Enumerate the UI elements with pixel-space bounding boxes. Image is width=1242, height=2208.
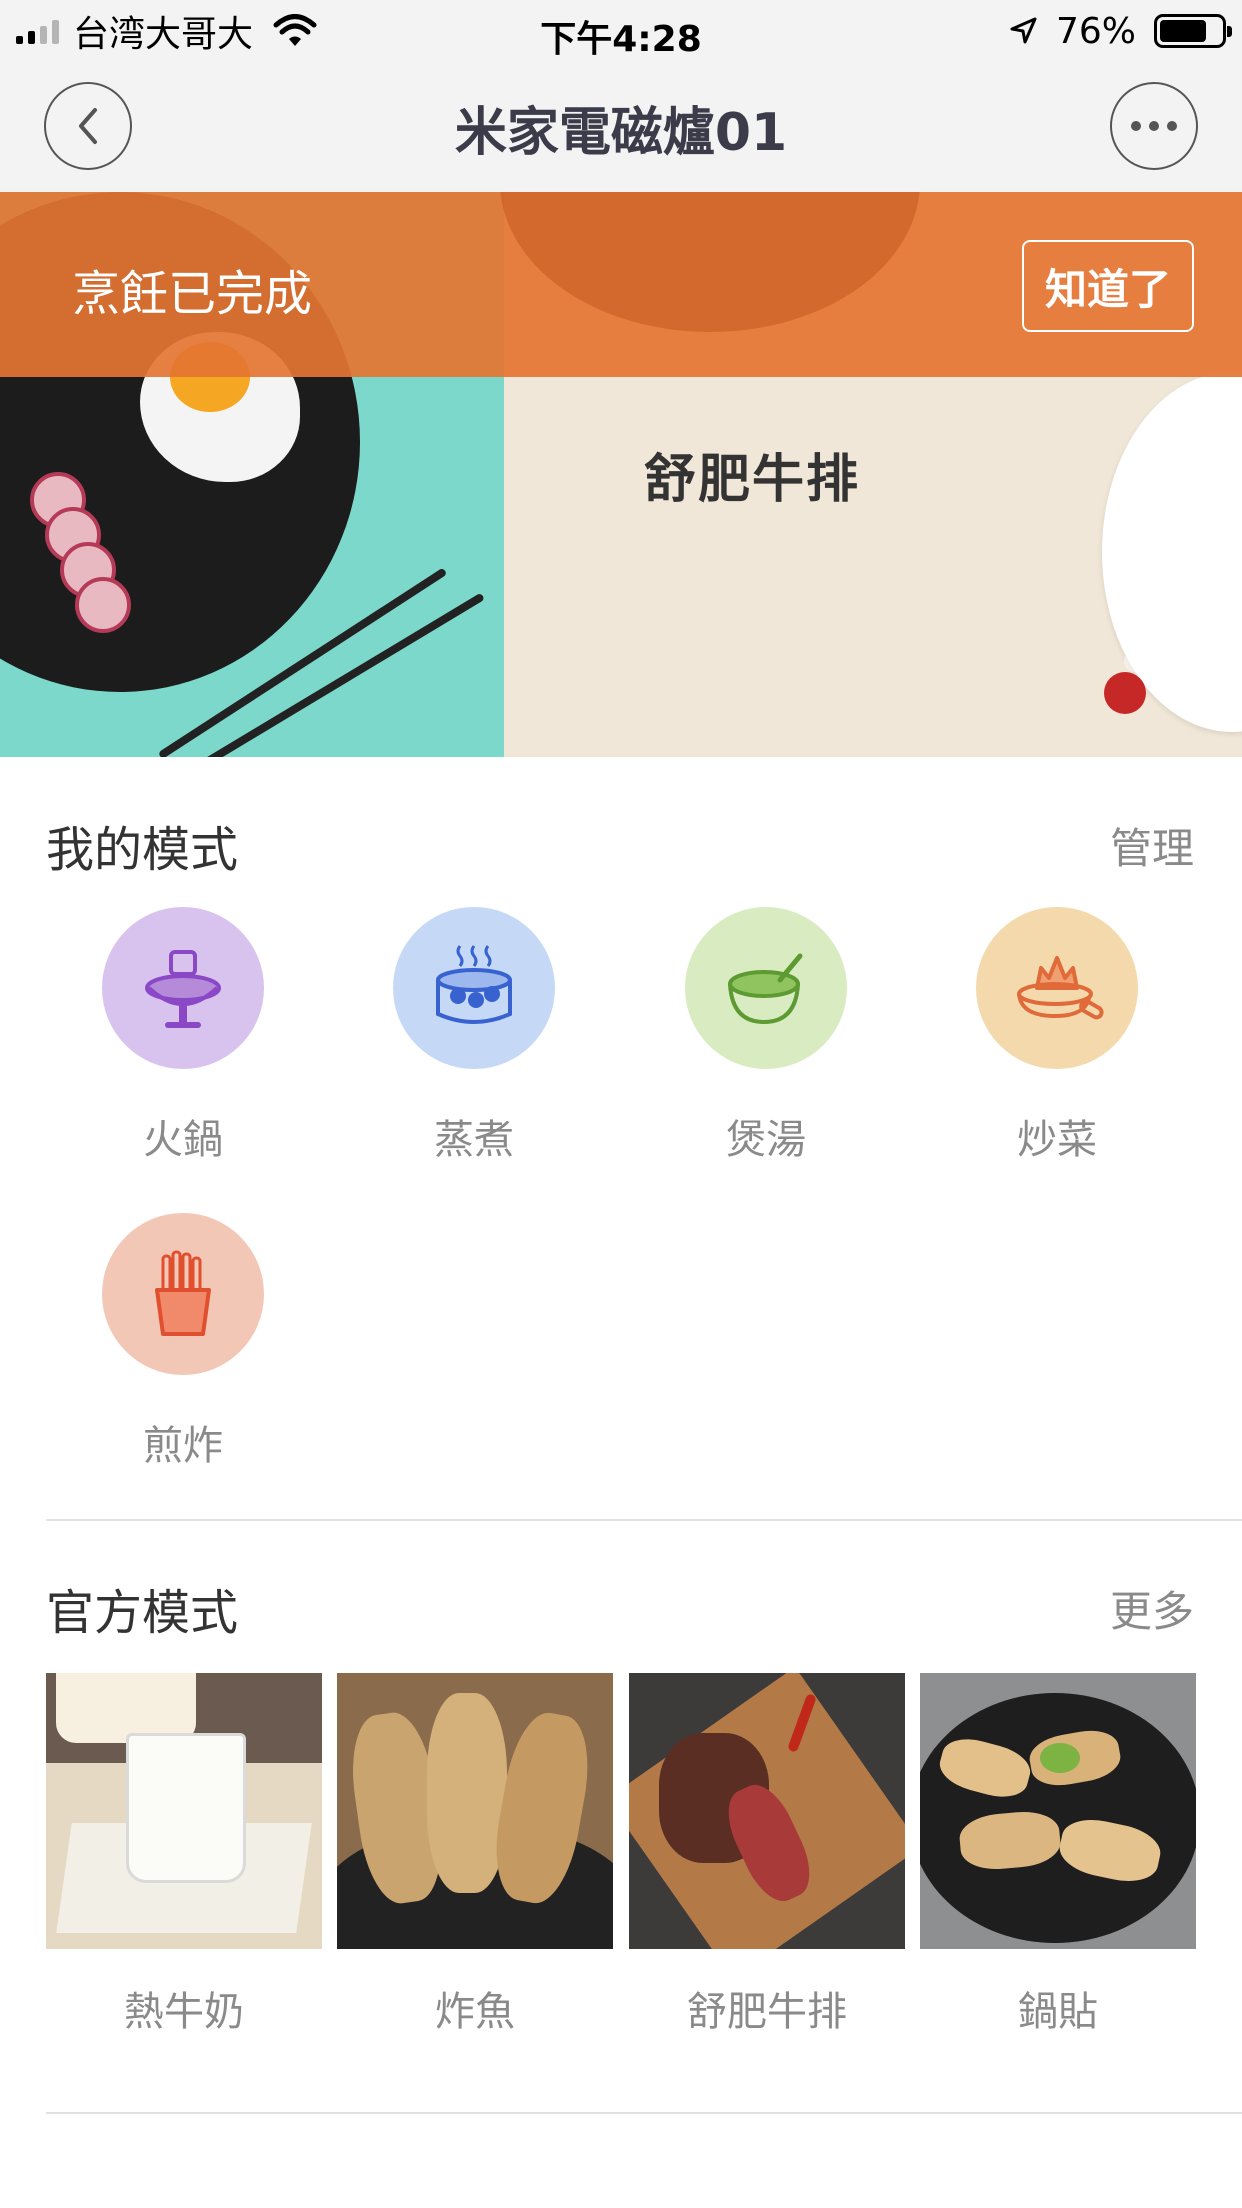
mode-steam[interactable]: 蒸煮	[374, 907, 574, 1165]
manage-link[interactable]: 管理	[1110, 815, 1194, 876]
carousel-dot[interactable]	[1124, 650, 1146, 672]
mode-label: 蒸煮	[434, 1117, 514, 1163]
carousel-dot-active[interactable]	[1164, 650, 1186, 672]
tomato-image	[1104, 672, 1146, 714]
cooking-complete-notice: 烹飪已完成 知道了	[0, 192, 1242, 377]
mode-soup[interactable]: 煲湯	[666, 907, 866, 1165]
mode-label: 煲湯	[726, 1117, 806, 1163]
section-divider	[46, 1519, 1242, 1521]
official-mode-card[interactable]: 舒肥牛排	[629, 1673, 905, 2037]
soup-bowl-icon	[685, 907, 847, 1069]
mode-label: 火鍋	[143, 1117, 223, 1163]
card-label: 熱牛奶	[124, 1989, 244, 2035]
status-bar: 台湾大哥大 下午4:28 76%	[0, 0, 1242, 62]
official-mode-card[interactable]: 鍋貼	[920, 1673, 1196, 2037]
potstickers-photo	[920, 1673, 1196, 1949]
card-label: 舒肥牛排	[687, 1989, 847, 2035]
acknowledge-button[interactable]: 知道了	[1022, 240, 1194, 332]
banner-slide-title: 舒肥牛排	[644, 450, 861, 510]
more-options-button[interactable]	[1110, 82, 1198, 170]
mode-label: 煎炸	[143, 1423, 223, 1469]
navigation-bar: 米家電磁爐01	[0, 62, 1242, 192]
fries-icon	[102, 1213, 264, 1375]
page-title: 米家電磁爐01	[454, 103, 788, 163]
mode-stir-fry[interactable]: 炒菜	[957, 907, 1157, 1165]
battery-percent: 76%	[1055, 10, 1136, 52]
card-label: 炸魚	[435, 1989, 515, 2035]
card-label: 鍋貼	[1018, 1989, 1098, 2035]
official-modes-title: 官方模式	[46, 1585, 239, 1641]
banner-carousel[interactable]: 舒肥牛排 烹飪已完成 知道了	[0, 192, 1242, 757]
battery-icon	[1154, 14, 1232, 48]
milk-photo	[46, 1673, 322, 1949]
frying-pan-icon	[976, 907, 1138, 1069]
my-modes-title: 我的模式	[46, 822, 239, 878]
mode-label: 炒菜	[1017, 1117, 1097, 1163]
mode-hotpot[interactable]: 火鍋	[83, 907, 283, 1165]
radish-slice	[75, 577, 131, 633]
notice-decoration	[500, 192, 920, 332]
section-divider	[46, 2112, 1242, 2114]
mode-deep-fry[interactable]: 煎炸	[83, 1213, 283, 1471]
carousel-indicator	[1124, 650, 1186, 672]
more-dots-icon	[1131, 121, 1177, 131]
more-link[interactable]: 更多	[1110, 1578, 1194, 1639]
official-mode-card[interactable]: 炸魚	[337, 1673, 613, 2037]
fried-fish-photo	[337, 1673, 613, 1949]
location-arrow-icon	[1010, 17, 1037, 44]
hotpot-icon	[102, 907, 264, 1069]
official-mode-card[interactable]: 熱牛奶	[46, 1673, 322, 2037]
notice-text: 烹飪已完成	[72, 266, 313, 322]
steak-photo	[629, 1673, 905, 1949]
steamer-icon	[393, 907, 555, 1069]
